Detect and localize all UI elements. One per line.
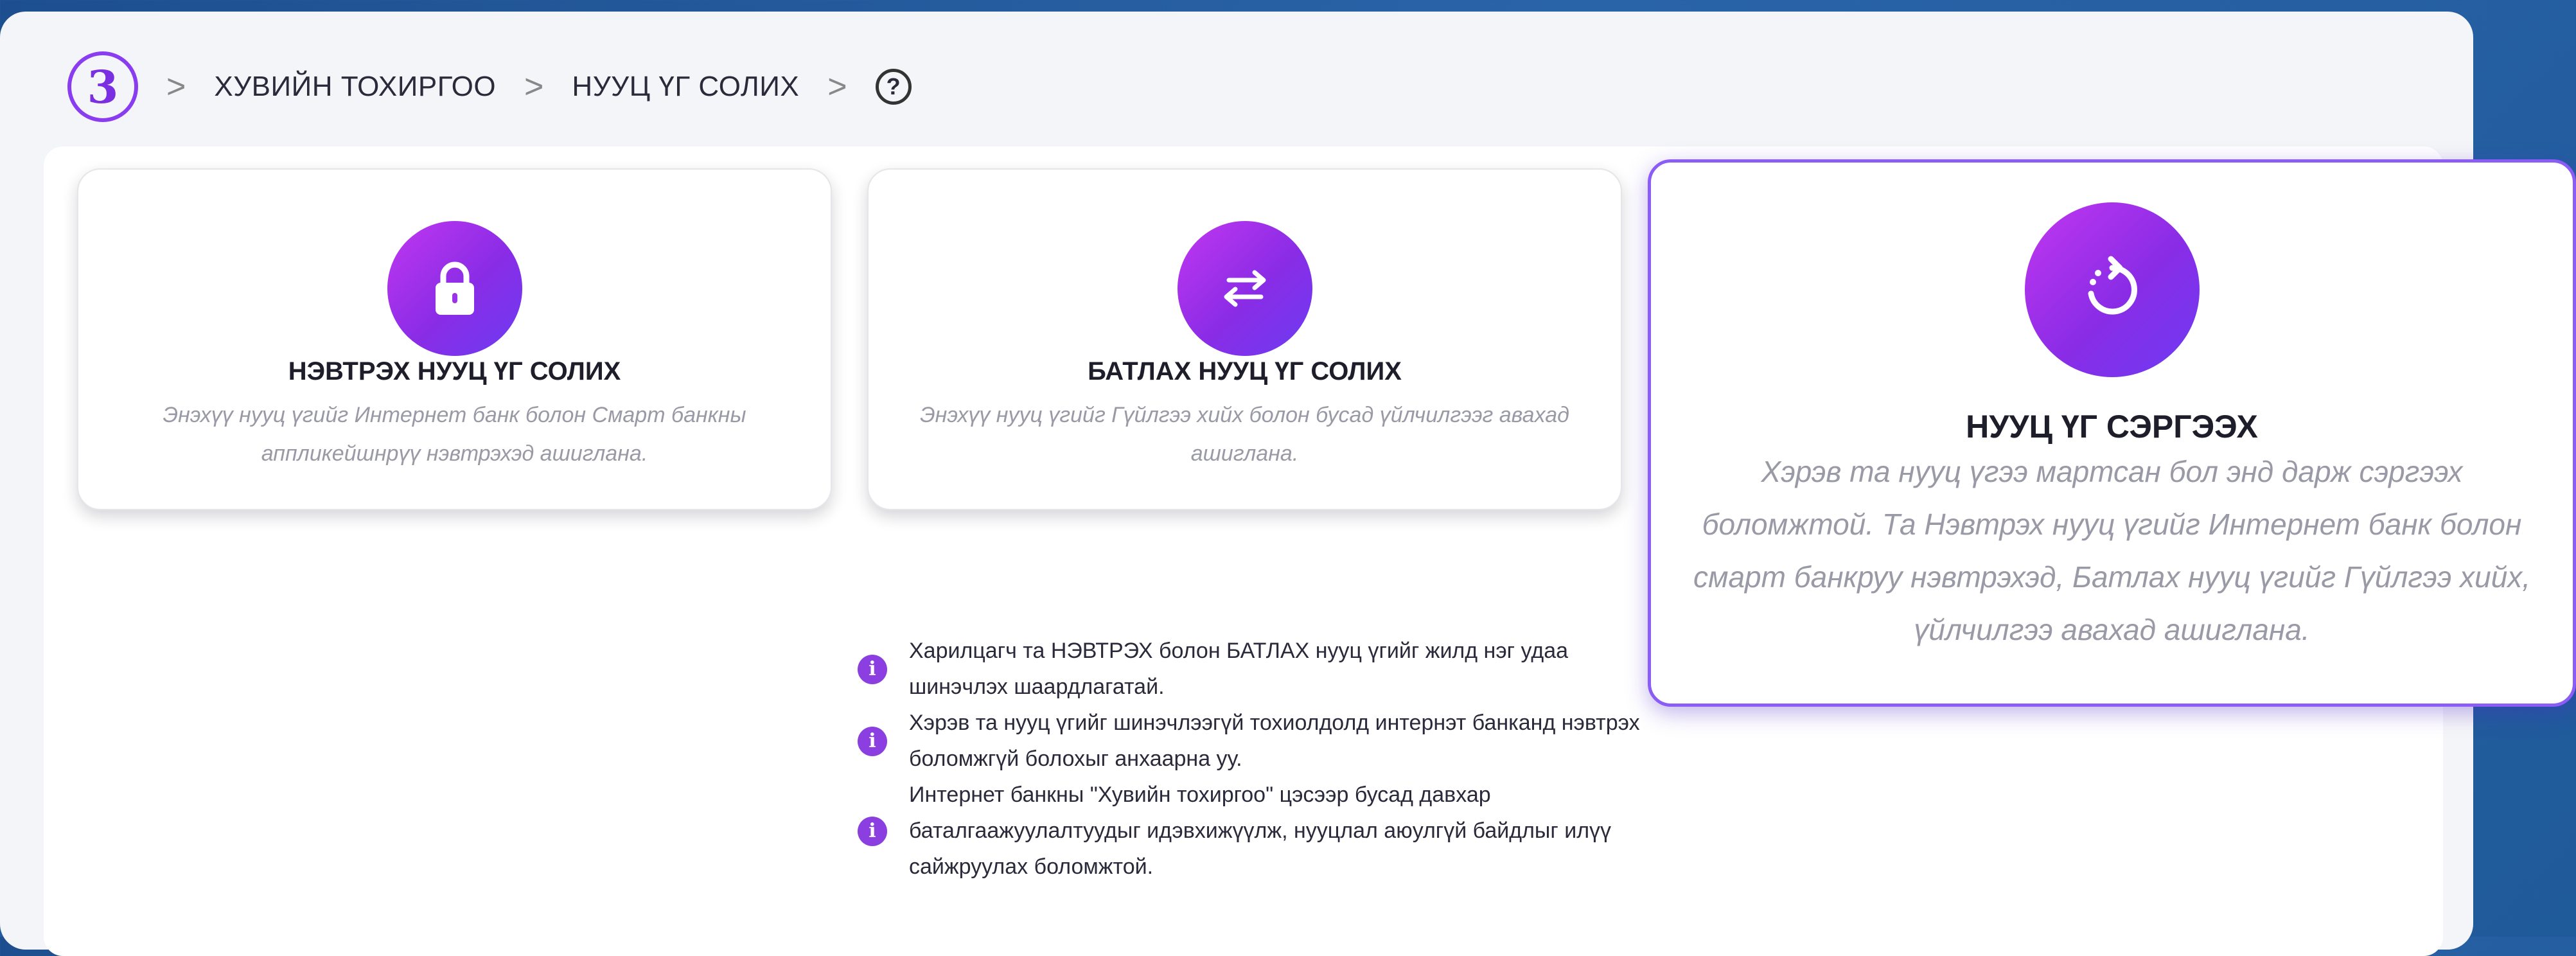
info-note-text: Харилцагч та НЭВТРЭХ болон БАТЛАХ нууц ү…: [909, 639, 1569, 699]
card-description: Энэхүү нууц үгийг Интернет банк болон См…: [163, 403, 746, 466]
reset-icon: [2024, 202, 2200, 377]
card-title: НУУЦ ҮГ СЭРГЭЭХ: [1966, 409, 2258, 445]
card-description: Хэрэв та нууц үгээ мартсан бол энд дарж …: [1693, 455, 2531, 646]
reset-password-card[interactable]: НУУЦ ҮГ СЭРГЭЭХ Хэрэв та нууц үгээ мартс…: [1648, 159, 2576, 707]
info-note: i Харилцагч та НЭВТРЭХ болон БАТЛАХ нууц…: [858, 633, 1661, 705]
info-note: i Интернет банкны "Хувийн тохиргоо" цэсэ…: [858, 777, 1661, 885]
info-note-text: Интернет банкны "Хувийн тохиргоо" цэсээр…: [909, 783, 1612, 879]
info-icon: i: [858, 727, 887, 756]
info-icon: i: [858, 817, 887, 846]
breadcrumb-item-change-password[interactable]: НУУЦ ҮГ СОЛИХ: [572, 71, 799, 103]
step-number-badge: 3: [67, 51, 138, 122]
chevron-right-icon: >: [166, 68, 186, 105]
info-note-text: Хэрэв та нууц үгийг шинэчлээгүй тохиолдо…: [909, 711, 1640, 771]
lock-icon: [387, 221, 522, 356]
chevron-right-icon: >: [827, 68, 847, 105]
chevron-right-icon: >: [524, 68, 544, 105]
swap-arrows-icon: [1177, 221, 1312, 356]
breadcrumb-item-personal-settings[interactable]: ХУВИЙН ТОХИРГОО: [214, 71, 496, 103]
info-icon: i: [858, 655, 887, 684]
breadcrumb: 3 > ХУВИЙН ТОХИРГОО > НУУЦ ҮГ СОЛИХ > ?: [67, 51, 912, 122]
info-note: i Хэрэв та нууц үгийг шинэчлээгүй тохиол…: [858, 705, 1661, 777]
change-confirm-password-card[interactable]: БАТЛАХ НУУЦ ҮГ СОЛИХ Энэхүү нууц үгийг Г…: [867, 168, 1622, 510]
card-title: БАТЛАХ НУУЦ ҮГ СОЛИХ: [1088, 357, 1402, 385]
card-title: НЭВТРЭХ НУУЦ ҮГ СОЛИХ: [288, 357, 621, 385]
change-login-password-card[interactable]: НЭВТРЭХ НУУЦ ҮГ СОЛИХ Энэхүү нууц үгийг …: [77, 168, 832, 510]
help-icon[interactable]: ?: [875, 69, 912, 105]
info-notes: i Харилцагч та НЭВТРЭХ болон БАТЛАХ нууц…: [858, 633, 1661, 885]
card-description: Энэхүү нууц үгийг Гүйлгээ хийх болон бус…: [920, 403, 1569, 466]
